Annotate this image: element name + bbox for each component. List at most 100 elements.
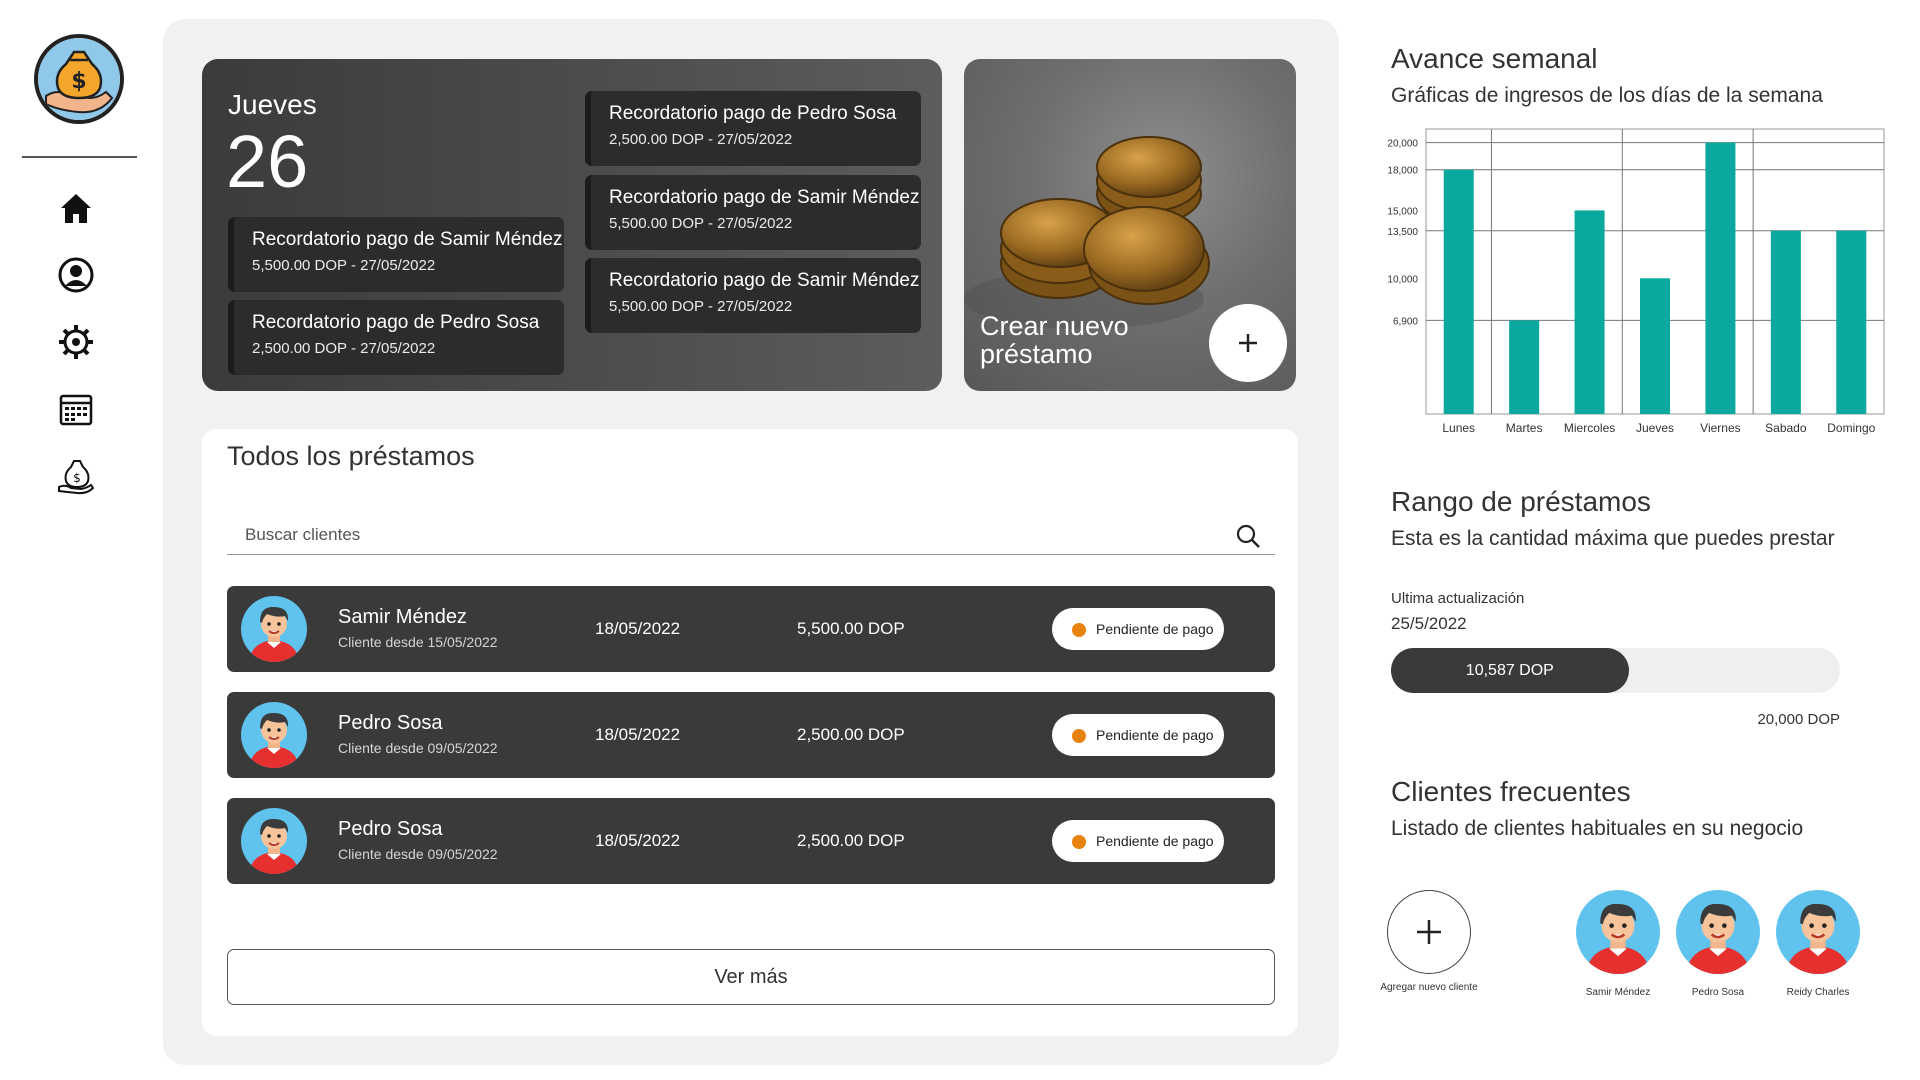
client-avatar xyxy=(241,808,307,874)
chart-y-tick-label: 15,000 xyxy=(1387,206,1418,217)
range-progress-fill: 10,587 DOP xyxy=(1391,648,1629,693)
status-label: Pendiente de pago xyxy=(1096,727,1214,743)
reminder-detail: 5,500.00 DOP - 27/05/2022 xyxy=(252,257,436,274)
add-client-circle[interactable] xyxy=(1387,890,1471,974)
home-icon[interactable] xyxy=(56,188,96,228)
loans-title: Todos los préstamos xyxy=(227,441,475,471)
search-input[interactable] xyxy=(245,517,1205,553)
reminder-item[interactable]: Recordatorio pago de Pedro Sosa 2,500.00… xyxy=(585,91,921,166)
weekly-subtitle: Gráficas de ingresos de los días de la s… xyxy=(1391,84,1823,107)
frequent-client[interactable]: Pedro Sosa xyxy=(1668,890,1768,998)
svg-text:$: $ xyxy=(73,471,81,485)
chart-y-tick-label: 10,000 xyxy=(1387,274,1418,285)
client-avatar xyxy=(1676,890,1760,974)
chart-bar xyxy=(1836,230,1867,414)
frequent-client-name: Reidy Charles xyxy=(1786,987,1850,998)
day-number: 26 xyxy=(226,120,309,203)
reminder-item[interactable]: Recordatorio pago de Samir Méndez 5,500.… xyxy=(585,175,921,250)
new-loan-button[interactable] xyxy=(1209,304,1287,382)
range-update-date: 25/5/2022 xyxy=(1391,614,1467,633)
reminder-title: Recordatorio pago de Samir Méndez xyxy=(609,187,920,208)
chart-x-tick-label: Sabado xyxy=(1765,421,1807,435)
chart-bar xyxy=(1574,210,1605,414)
new-loan-card[interactable]: Crear nuevo préstamo xyxy=(964,59,1296,391)
client-avatar xyxy=(1576,890,1660,974)
reminder-detail: 5,500.00 DOP - 27/05/2022 xyxy=(609,298,793,315)
svg-text:$: $ xyxy=(71,69,86,94)
reminder-detail: 5,500.00 DOP - 27/05/2022 xyxy=(609,215,793,232)
reminder-item[interactable]: Recordatorio pago de Samir Méndez 5,500.… xyxy=(228,217,564,292)
sidebar-separator xyxy=(22,156,137,158)
loan-amount: 5,500.00 DOP xyxy=(797,619,905,638)
client-since: Cliente desde 15/05/2022 xyxy=(338,634,498,650)
chart-bar xyxy=(1770,230,1801,414)
reminder-detail: 2,500.00 DOP - 27/05/2022 xyxy=(252,340,436,357)
see-more-button[interactable]: Ver más xyxy=(227,949,1275,1005)
reminder-item[interactable]: Recordatorio pago de Pedro Sosa 2,500.00… xyxy=(228,300,564,375)
loan-date: 18/05/2022 xyxy=(595,831,681,850)
client-avatar xyxy=(241,702,307,768)
frequent-client-name: Pedro Sosa xyxy=(1691,987,1745,998)
loan-amount: 2,500.00 DOP xyxy=(797,831,905,850)
frequent-client[interactable]: Samir Méndez xyxy=(1568,890,1668,998)
status-badge[interactable]: Pendiente de pago xyxy=(1052,714,1224,756)
chart-bar xyxy=(1640,278,1670,414)
loan-row[interactable]: Pedro Sosa Cliente desde 09/05/2022 18/0… xyxy=(227,798,1275,884)
reminder-detail: 2,500.00 DOP - 27/05/2022 xyxy=(609,131,793,148)
chart-bar xyxy=(1443,169,1474,414)
range-subtitle: Esta es la cantidad máxima que puedes pr… xyxy=(1391,527,1835,550)
settings-gear-icon[interactable] xyxy=(56,322,96,362)
chart-y-tick-label: 6,900 xyxy=(1393,316,1418,327)
status-dot-icon xyxy=(1072,729,1086,743)
client-name: Pedro Sosa xyxy=(338,712,443,734)
client-name: Samir Méndez xyxy=(338,606,467,628)
sidebar: $ $ xyxy=(0,0,155,1080)
loan-row[interactable]: Pedro Sosa Cliente desde 09/05/2022 18/0… xyxy=(227,692,1275,778)
new-loan-label: Crear nuevo préstamo xyxy=(980,311,1129,369)
add-client-button[interactable]: Agregar nuevo cliente xyxy=(1379,890,1479,993)
calendar-icon[interactable] xyxy=(56,389,96,429)
chart-x-tick-label: Martes xyxy=(1506,421,1543,435)
client-since: Cliente desde 09/05/2022 xyxy=(338,846,498,862)
reminder-title: Recordatorio pago de Pedro Sosa xyxy=(252,312,540,333)
chart-x-tick-label: Lunes xyxy=(1442,421,1475,435)
chart-y-tick-label: 18,000 xyxy=(1387,166,1418,177)
weekly-title: Avance semanal xyxy=(1391,43,1598,74)
status-label: Pendiente de pago xyxy=(1096,621,1214,637)
money-bag-icon[interactable]: $ xyxy=(56,456,96,496)
plus-icon xyxy=(1417,920,1441,944)
range-title: Rango de préstamos xyxy=(1391,486,1651,517)
loan-row[interactable]: Samir Méndez Cliente desde 15/05/2022 18… xyxy=(227,586,1275,672)
frequent-client[interactable]: Reidy Charles xyxy=(1768,890,1868,998)
loan-date: 18/05/2022 xyxy=(595,725,681,744)
chart-y-tick-label: 20,000 xyxy=(1387,139,1418,150)
weekly-income-chart: 20,000 18,000 15,000 13,500 10,000 6,900 Lunes… xyxy=(1387,128,1885,435)
chart-x-tick-label: Domingo xyxy=(1827,421,1875,435)
loan-amount: 2,500.00 DOP xyxy=(797,725,905,744)
money-bag-hand-logo[interactable]: $ xyxy=(34,34,124,124)
reminder-item[interactable]: Recordatorio pago de Samir Méndez 5,500.… xyxy=(585,258,921,333)
chart-x-tick-label: Viernes xyxy=(1700,421,1740,435)
user-circle-icon[interactable] xyxy=(56,255,96,295)
client-name: Pedro Sosa xyxy=(338,818,443,840)
status-dot-icon xyxy=(1072,623,1086,637)
chart-bar xyxy=(1509,320,1540,414)
status-label: Pendiente de pago xyxy=(1096,833,1214,849)
status-badge[interactable]: Pendiente de pago xyxy=(1052,608,1224,650)
status-dot-icon xyxy=(1072,835,1086,849)
reminder-title: Recordatorio pago de Pedro Sosa xyxy=(609,103,897,124)
chart-bar xyxy=(1705,142,1736,415)
loans-list-card: Todos los préstamos Samir Méndez Cliente… xyxy=(202,429,1298,1036)
chart-y-tick-label: 13,500 xyxy=(1387,227,1418,238)
search-icon[interactable] xyxy=(1235,523,1261,549)
client-avatar xyxy=(1776,890,1860,974)
reminder-title: Recordatorio pago de Samir Méndez xyxy=(252,229,563,250)
range-update-label: Ultima actualización xyxy=(1391,590,1525,607)
add-client-label: Agregar nuevo cliente xyxy=(1380,982,1478,993)
frequent-title: Clientes frecuentes xyxy=(1391,776,1631,807)
status-badge[interactable]: Pendiente de pago xyxy=(1052,820,1224,862)
chart-x-tick-label: Jueves xyxy=(1636,421,1674,435)
range-max-label: 20,000 DOP xyxy=(1757,711,1840,728)
client-avatar xyxy=(241,596,307,662)
chart-x-tick-label: Miercoles xyxy=(1564,421,1615,435)
